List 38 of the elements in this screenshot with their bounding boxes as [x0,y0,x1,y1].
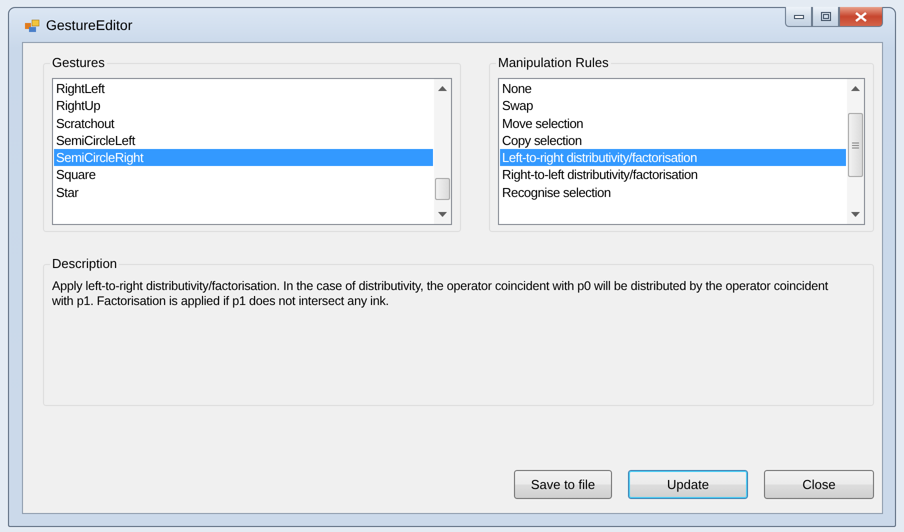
app-icon [24,17,40,33]
dialog-button[interactable]: Close [764,470,874,499]
grip-icon [852,142,859,148]
close-icon [855,12,867,22]
minimize-icon [794,14,804,18]
list-item[interactable]: Square [54,166,433,184]
scrollbar[interactable] [434,79,451,224]
scrollbar[interactable] [847,79,864,224]
list-item[interactable]: Copy selection [500,132,846,150]
list-item[interactable]: RightUp [54,97,433,115]
maximize-icon [820,12,830,21]
scroll-thumb[interactable] [435,178,450,200]
list-item[interactable]: Recognise selection [500,184,846,202]
list-item[interactable]: SemiCircleLeft [54,132,433,150]
dialog-button[interactable]: Save to file [514,470,612,499]
list-item[interactable]: Move selection [500,114,846,132]
scroll-up-icon[interactable] [851,86,860,91]
group-title: Manipulation Rules [496,55,611,70]
scroll-up-icon[interactable] [438,86,447,91]
window-title: GestureEditor [46,17,132,33]
list-box[interactable]: None Swap Move selection Copy selection Left-to-right distributivity/factorisation Right-to-left distributivity/factorisation Recognise selection [498,78,865,225]
close-window-button[interactable] [839,7,883,27]
scroll-down-icon[interactable] [851,212,860,217]
description-text: Apply left-to-right distributivity/factorisation. In the case of distributivity, the operator coincident with p0 will be distributed by the operator coincident with p1. Factorisation is applied if p1 does not intersect any ink. [52,279,830,310]
maximize-button[interactable] [812,7,839,27]
list-item[interactable]: Scratchout [54,114,433,132]
group-title: Gestures [50,55,107,70]
list-item[interactable]: RightLeft [54,80,433,98]
scroll-down-icon[interactable] [438,212,447,217]
minimize-button[interactable] [785,7,812,27]
list-item[interactable]: Swap [500,97,846,115]
scroll-thumb[interactable] [848,113,863,177]
list-box[interactable]: RightLeft RightUp Scratchout SemiCircleLeft SemiCircleRight Square Star [52,78,452,225]
list-item[interactable]: Star [54,184,433,202]
group-title: Description [50,256,120,271]
list-item[interactable]: Right-to-left distributivity/factorisation [500,166,846,184]
list-item[interactable]: None [500,80,846,98]
dialog-button[interactable]: Update [628,470,748,499]
